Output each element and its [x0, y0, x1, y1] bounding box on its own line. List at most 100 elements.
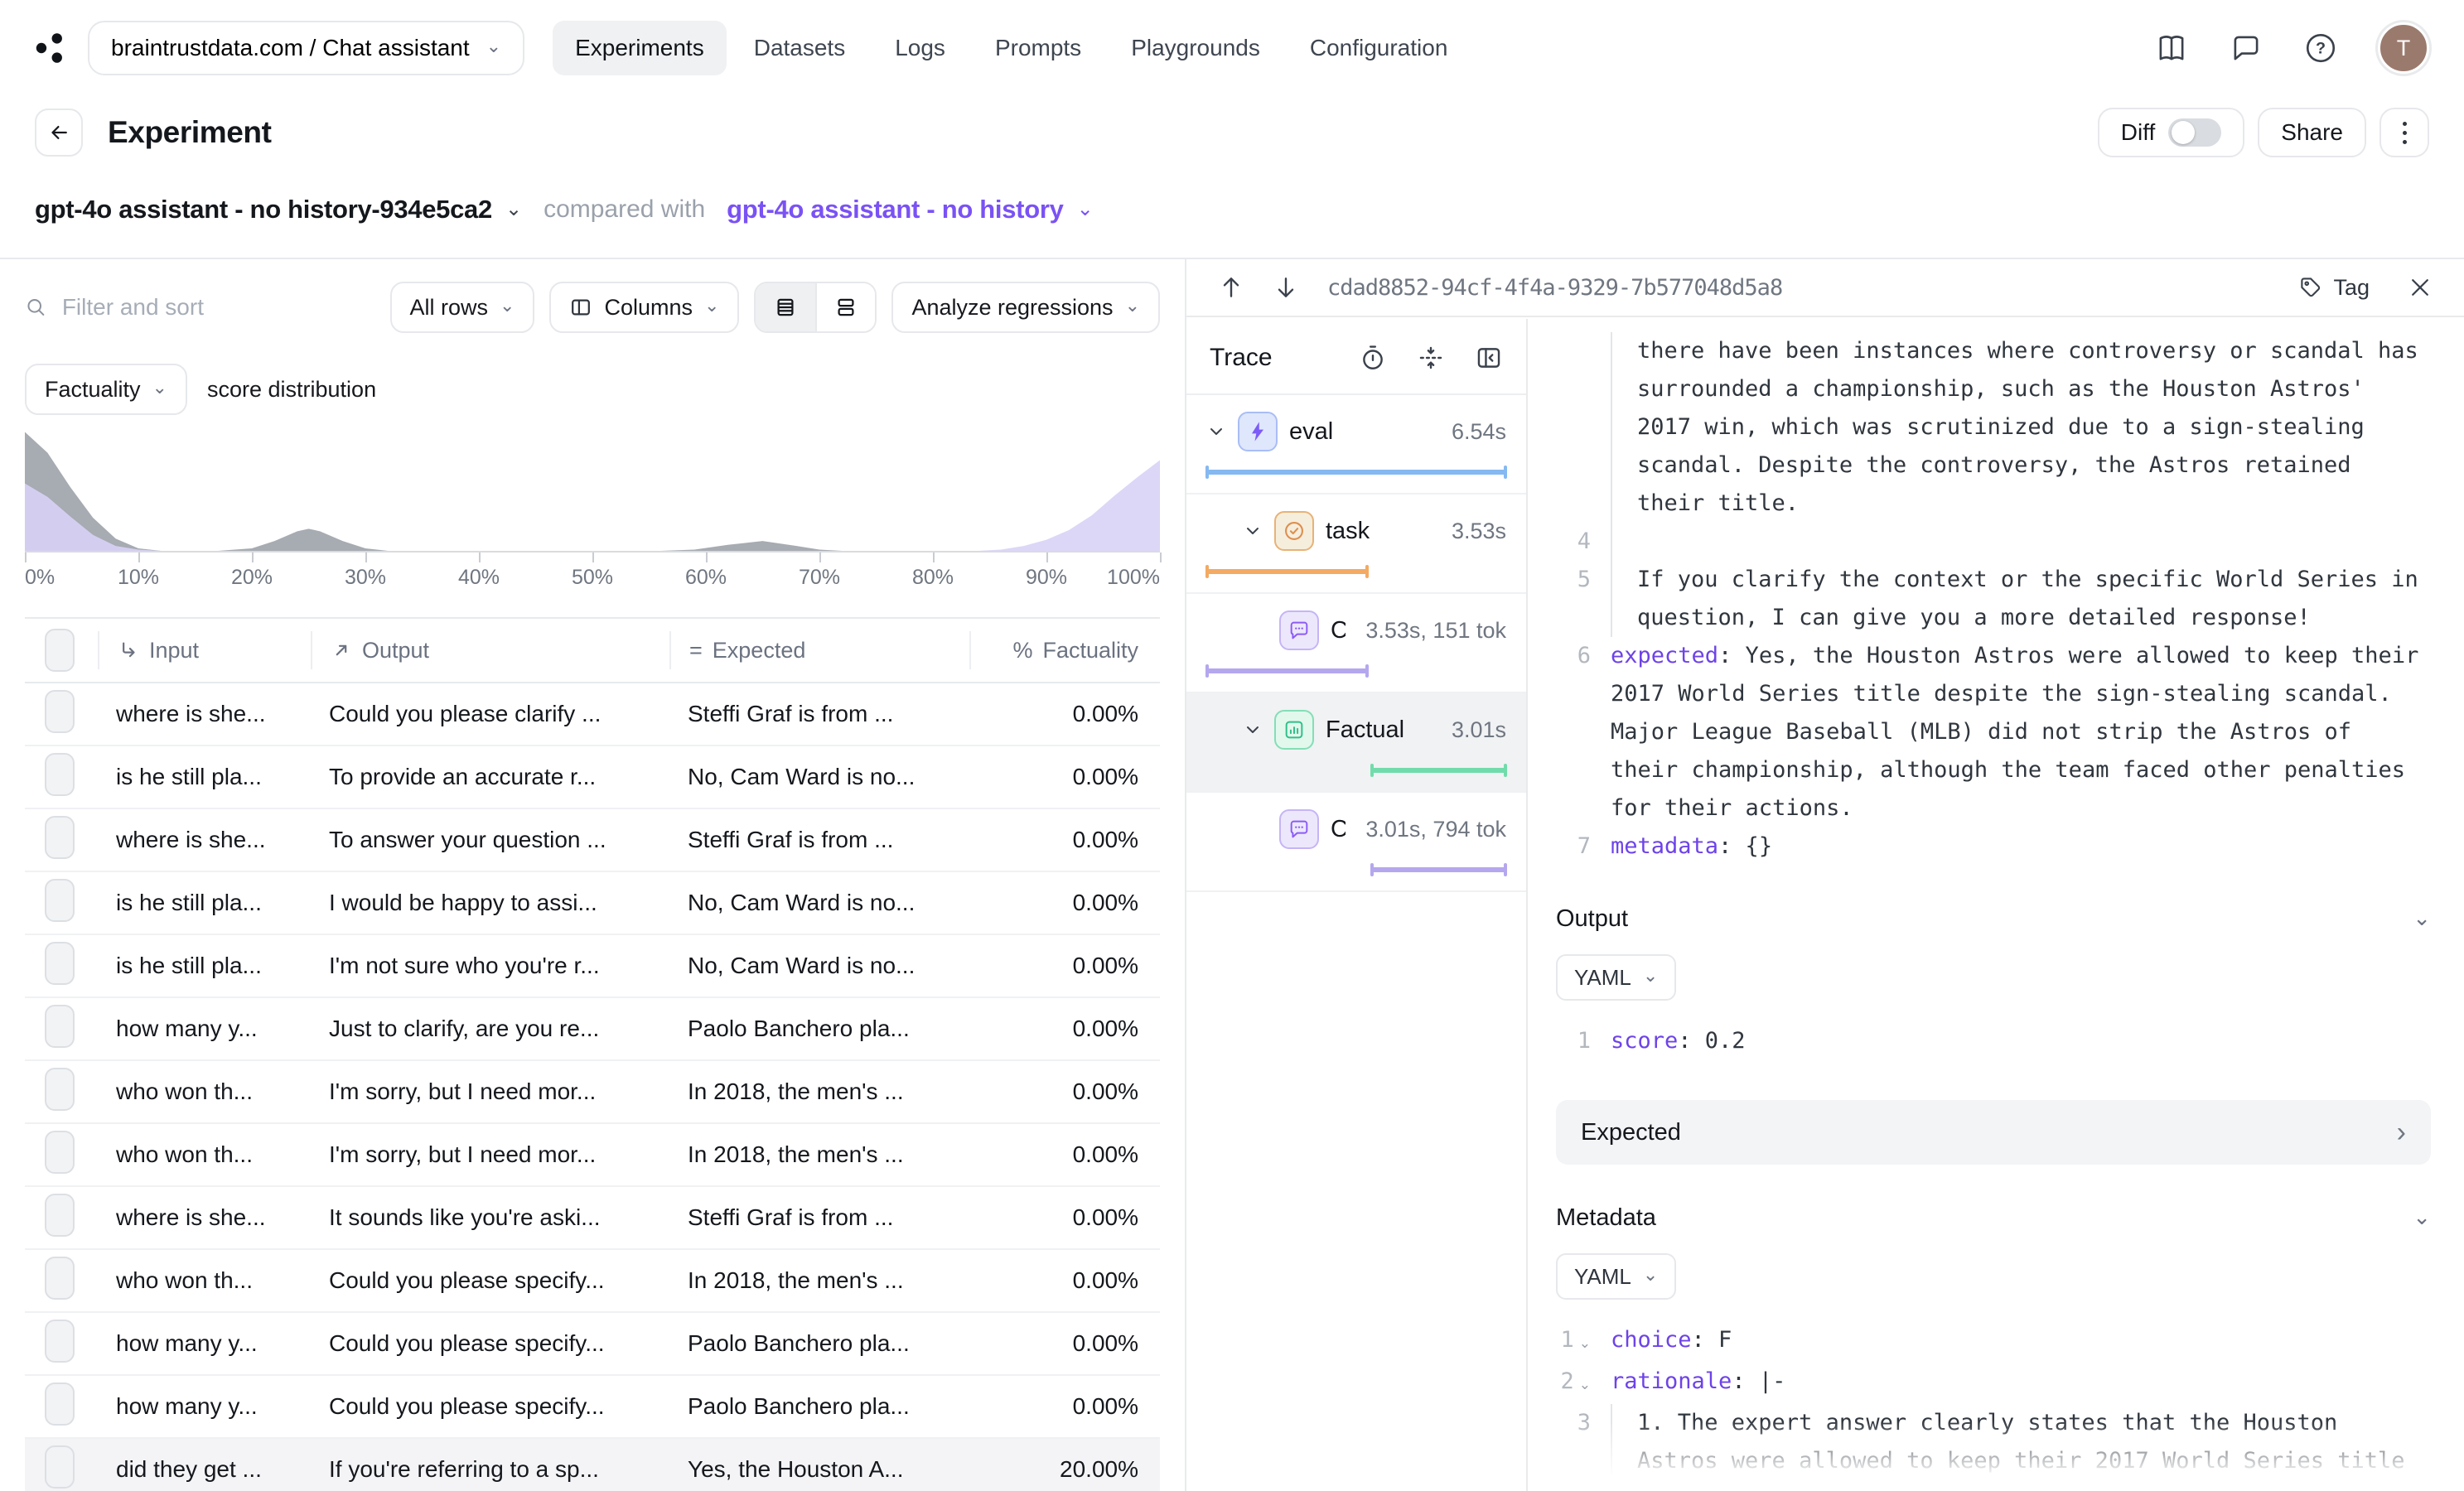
trace-span-eval[interactable]: eval6.54s: [1186, 395, 1526, 495]
analyze-regressions-button[interactable]: Analyze regressions⌄: [891, 282, 1160, 333]
diff-toggle[interactable]: [2168, 118, 2221, 147]
cell-output[interactable]: Could you please specify...: [311, 1330, 669, 1357]
tab-logs[interactable]: Logs: [872, 21, 968, 75]
cell-expected[interactable]: In 2018, the men's ...: [669, 1141, 969, 1168]
collapse-spans-icon[interactable]: [1417, 344, 1445, 372]
more-options-button[interactable]: [2379, 108, 2429, 157]
output-section-header[interactable]: Output ⌄: [1556, 905, 2431, 933]
trace-span-chat-[interactable]: Chat...3.53s, 151 tok: [1186, 594, 1526, 693]
table-row[interactable]: how many y...Could you please specify...…: [25, 1313, 1160, 1376]
dense-rows-view-button[interactable]: [756, 283, 815, 331]
column-header-output[interactable]: Output: [311, 631, 669, 669]
cell-output[interactable]: It sounds like you're aski...: [311, 1204, 669, 1231]
next-row-button[interactable]: [1273, 274, 1299, 301]
back-button[interactable]: [35, 109, 83, 157]
row-checkbox[interactable]: [45, 1005, 75, 1048]
cell-output[interactable]: I would be happy to assi...: [311, 890, 669, 916]
tab-prompts[interactable]: Prompts: [973, 21, 1104, 75]
cell-input[interactable]: how many y...: [98, 1393, 311, 1420]
cell-output[interactable]: To provide an accurate r...: [311, 764, 669, 790]
rows-filter-button[interactable]: All rows⌄: [390, 282, 535, 333]
output-format-select[interactable]: YAML⌄: [1556, 954, 1676, 1001]
cell-input[interactable]: is he still pla...: [98, 890, 311, 916]
cell-output[interactable]: If you're referring to a sp...: [311, 1456, 669, 1483]
filter-input[interactable]: [62, 294, 375, 321]
collapse-line-icon[interactable]: ⌄: [1579, 1366, 1591, 1404]
select-all-checkbox[interactable]: [45, 629, 75, 672]
table-row[interactable]: where is she...Could you please clarify …: [25, 683, 1160, 746]
table-row[interactable]: who won th...I'm sorry, but I need mor..…: [25, 1061, 1160, 1124]
cell-output[interactable]: I'm sorry, but I need mor...: [311, 1078, 669, 1105]
table-row[interactable]: where is she...It sounds like you're ask…: [25, 1187, 1160, 1250]
cell-expected[interactable]: Steffi Graf is from ...: [669, 1204, 969, 1231]
trace-span-factual[interactable]: Factual3.01s: [1186, 693, 1526, 793]
cell-output[interactable]: Just to clarify, are you re...: [311, 1016, 669, 1042]
collapse-panel-icon[interactable]: [1475, 344, 1503, 372]
comparison-experiment-name[interactable]: gpt-4o assistant - no history: [727, 195, 1063, 224]
cell-input[interactable]: who won th...: [98, 1078, 311, 1105]
cell-output[interactable]: Could you please clarify ...: [311, 701, 669, 727]
cell-input[interactable]: where is she...: [98, 701, 311, 727]
docs-book-icon[interactable]: [2154, 31, 2189, 65]
cell-output[interactable]: Could you please specify...: [311, 1393, 669, 1420]
columns-button[interactable]: Columns⌄: [549, 282, 739, 333]
row-checkbox[interactable]: [45, 1320, 75, 1363]
chevron-down-icon[interactable]: [1243, 521, 1263, 541]
tab-datasets[interactable]: Datasets: [732, 21, 868, 75]
table-row[interactable]: how many y...Could you please specify...…: [25, 1376, 1160, 1439]
table-row[interactable]: where is she...To answer your question .…: [25, 809, 1160, 872]
cell-output[interactable]: I'm not sure who you're r...: [311, 953, 669, 979]
row-checkbox[interactable]: [45, 816, 75, 859]
cell-expected[interactable]: Steffi Graf is from ...: [669, 701, 969, 727]
table-row[interactable]: did they get ...If you're referring to a…: [25, 1439, 1160, 1491]
row-checkbox[interactable]: [45, 879, 75, 922]
table-row[interactable]: is he still pla...I would be happy to as…: [25, 872, 1160, 935]
table-row[interactable]: how many y...Just to clarify, are you re…: [25, 998, 1160, 1061]
cell-expected[interactable]: Paolo Banchero pla...: [669, 1330, 969, 1357]
cell-expected[interactable]: In 2018, the men's ...: [669, 1267, 969, 1294]
metadata-section-header[interactable]: Metadata ⌄: [1556, 1204, 2431, 1232]
cell-expected[interactable]: Paolo Banchero pla...: [669, 1016, 969, 1042]
table-row[interactable]: is he still pla...To provide an accurate…: [25, 746, 1160, 809]
tab-playgrounds[interactable]: Playgrounds: [1109, 21, 1283, 75]
row-checkbox[interactable]: [45, 690, 75, 733]
prev-row-button[interactable]: [1218, 274, 1244, 301]
row-checkbox[interactable]: [45, 1131, 75, 1174]
cell-expected[interactable]: Steffi Graf is from ...: [669, 827, 969, 853]
score-distribution-chart[interactable]: [25, 428, 1160, 552]
cell-input[interactable]: where is she...: [98, 1204, 311, 1231]
row-checkbox[interactable]: [45, 1194, 75, 1237]
cell-input[interactable]: is he still pla...: [98, 764, 311, 790]
cell-output[interactable]: I'm sorry, but I need mor...: [311, 1141, 669, 1168]
trace-span-task[interactable]: task3.53s: [1186, 495, 1526, 594]
filter-input-wrap[interactable]: [25, 294, 375, 321]
cell-expected[interactable]: Paolo Banchero pla...: [669, 1393, 969, 1420]
row-checkbox[interactable]: [45, 942, 75, 985]
cell-input[interactable]: who won th...: [98, 1141, 311, 1168]
comparison-experiment-selector[interactable]: ⌄: [1077, 200, 1094, 220]
cell-expected[interactable]: Yes, the Houston A...: [669, 1456, 969, 1483]
project-selector[interactable]: braintrustdata.com / Chat assistant ⌄: [88, 21, 524, 75]
close-icon[interactable]: [2408, 275, 2433, 300]
split-rows-view-button[interactable]: [815, 283, 875, 331]
feedback-chat-icon[interactable]: [2229, 31, 2263, 65]
timing-stopwatch-icon[interactable]: [1359, 344, 1387, 372]
avatar[interactable]: T: [2378, 22, 2429, 74]
row-checkbox[interactable]: [45, 753, 75, 796]
cell-expected[interactable]: No, Cam Ward is no...: [669, 890, 969, 916]
cell-input[interactable]: how many y...: [98, 1016, 311, 1042]
tab-configuration[interactable]: Configuration: [1288, 21, 1471, 75]
cell-input[interactable]: how many y...: [98, 1330, 311, 1357]
cell-input[interactable]: did they get ...: [98, 1456, 311, 1483]
metric-select[interactable]: Factuality⌄: [25, 364, 187, 415]
row-checkbox[interactable]: [45, 1382, 75, 1426]
cell-expected[interactable]: No, Cam Ward is no...: [669, 953, 969, 979]
cell-output[interactable]: Could you please specify...: [311, 1267, 669, 1294]
table-row[interactable]: is he still pla...I'm not sure who you'r…: [25, 935, 1160, 998]
table-row[interactable]: who won th...Could you please specify...…: [25, 1250, 1160, 1313]
row-checkbox[interactable]: [45, 1445, 75, 1489]
chevron-down-icon[interactable]: [1243, 720, 1263, 740]
chevron-down-icon[interactable]: [1206, 422, 1226, 442]
trace-span-chat-[interactable]: Chat...3.01s, 794 tok: [1186, 793, 1526, 892]
collapse-line-icon[interactable]: ⌄: [1579, 1325, 1591, 1363]
